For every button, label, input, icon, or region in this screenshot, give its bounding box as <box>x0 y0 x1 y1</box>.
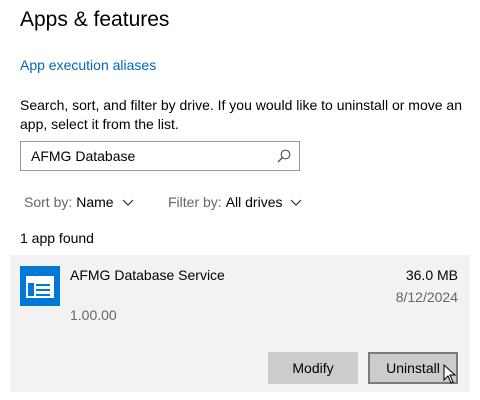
filter-dropdown[interactable]: Filter by: All drives <box>168 194 302 210</box>
app-list-item[interactable]: AFMG Database Service 36.0 MB 8/12/2024 … <box>10 255 470 392</box>
sort-value: Name <box>76 194 114 210</box>
app-version: 1.00.00 <box>70 307 117 323</box>
search-box[interactable] <box>20 141 300 171</box>
app-size: 36.0 MB <box>405 267 458 283</box>
sort-label: Sort by: <box>24 194 73 210</box>
sort-dropdown[interactable]: Sort by: Name <box>24 194 134 210</box>
filter-value: All drives <box>225 194 283 210</box>
filter-label: Filter by: <box>168 194 222 210</box>
results-count: 1 app found <box>20 230 94 246</box>
search-icon[interactable] <box>277 149 291 163</box>
page-description: Search, sort, and filter by drive. If yo… <box>20 97 462 132</box>
mouse-cursor-icon <box>443 364 457 384</box>
app-install-date: 8/12/2024 <box>395 289 458 305</box>
search-input[interactable] <box>31 146 271 166</box>
chevron-down-icon <box>122 199 134 206</box>
app-execution-aliases-link[interactable]: App execution aliases <box>20 57 156 73</box>
app-window-icon <box>20 266 60 306</box>
app-name: AFMG Database Service <box>70 267 225 283</box>
modify-button[interactable]: Modify <box>268 352 358 384</box>
page-title: Apps & features <box>20 8 170 31</box>
chevron-down-icon <box>291 199 302 206</box>
